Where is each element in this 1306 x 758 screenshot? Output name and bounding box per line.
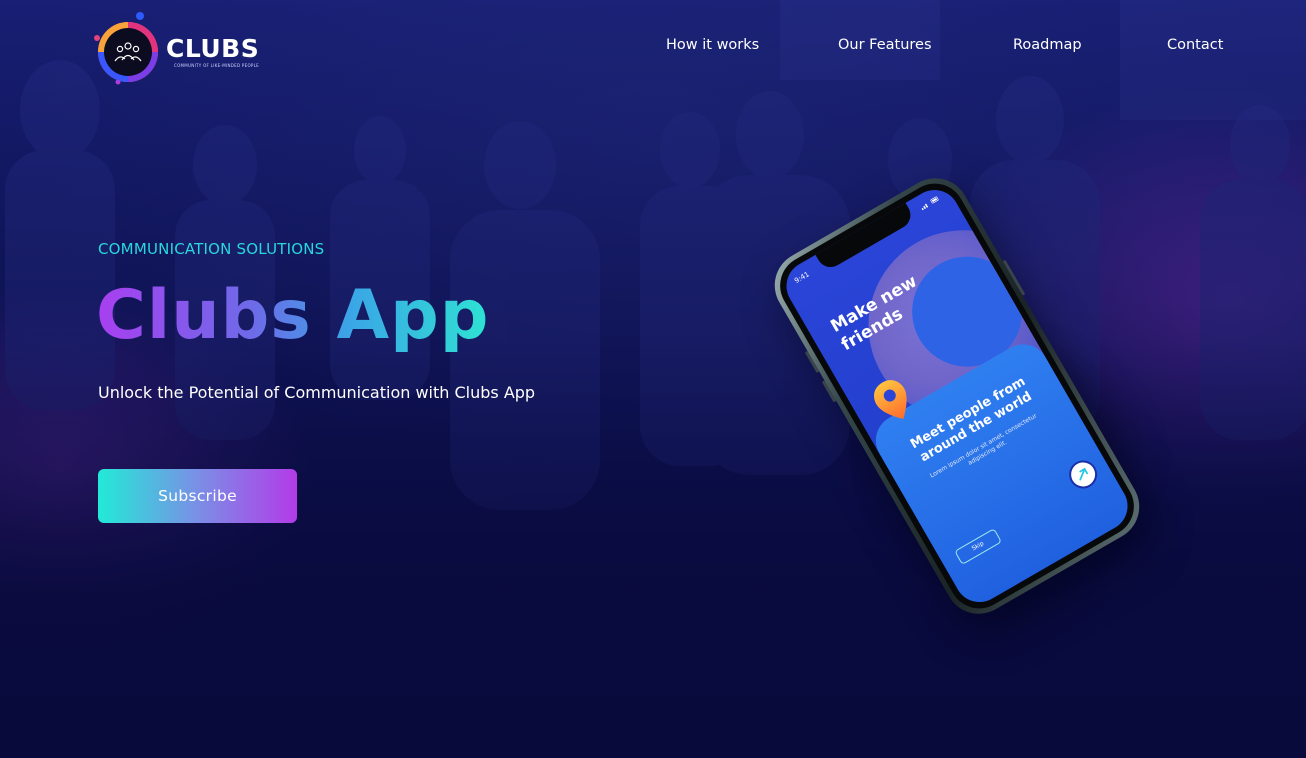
signal-icon: [921, 196, 939, 211]
status-time: 9:41: [793, 270, 811, 286]
brand-tagline: COMMUNITY OF LIKE-MINDED PEOPLE: [174, 63, 259, 68]
nav-link-our-features[interactable]: Our Features: [838, 37, 932, 53]
phone-mockup: 9:41 Make new friends Meet people from a…: [740, 165, 1180, 627]
hero-subtitle: Unlock the Potential of Communication wi…: [98, 383, 536, 402]
subscribe-button[interactable]: Subscribe: [98, 469, 297, 523]
nav-link-roadmap[interactable]: Roadmap: [1013, 37, 1082, 53]
main-nav: How it works Our Features Roadmap Contac…: [0, 37, 1306, 59]
hero-eyebrow: COMMUNICATION SOLUTIONS: [98, 240, 325, 258]
hero-title: Clubs App: [96, 274, 489, 358]
nav-link-how-it-works[interactable]: How it works: [666, 37, 759, 53]
nav-link-contact[interactable]: Contact: [1167, 37, 1223, 53]
status-icons: [920, 195, 941, 212]
